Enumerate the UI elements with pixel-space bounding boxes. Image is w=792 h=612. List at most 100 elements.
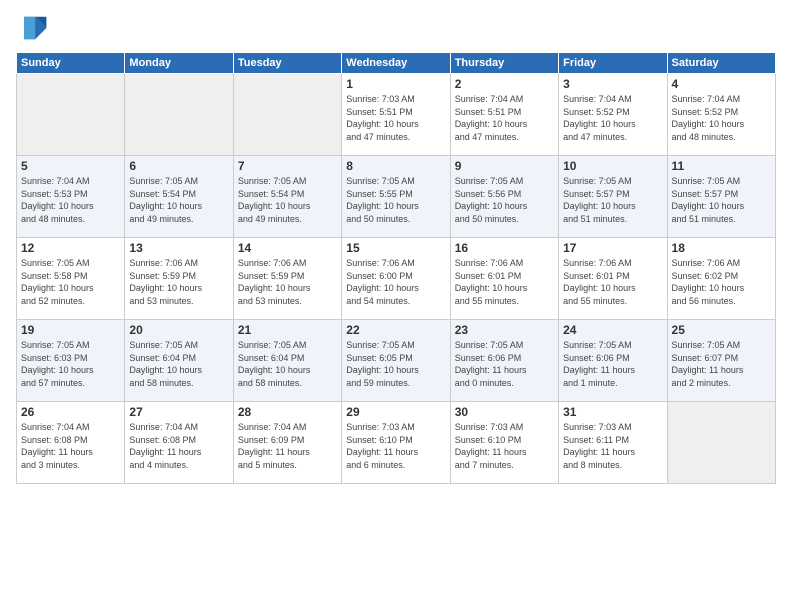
day-cell: 25 Sunrise: 7:05 AM Sunset: 6:07 PM Dayli… (667, 320, 775, 402)
day-cell: 18 Sunrise: 7:06 AM Sunset: 6:02 PM Dayli… (667, 238, 775, 320)
weekday-row: SundayMondayTuesdayWednesdayThursdayFrid… (17, 53, 776, 74)
day-info: Sunrise: 7:05 AM Sunset: 5:56 PM Dayligh… (455, 175, 554, 225)
weekday-thursday: Thursday (450, 53, 558, 74)
day-cell: 28 Sunrise: 7:04 AM Sunset: 6:09 PM Dayli… (233, 402, 341, 484)
day-cell: 10Sunrise: 7:05 AM Sunset: 5:57 PM Dayli… (559, 156, 667, 238)
day-number: 17 (563, 241, 662, 255)
day-cell: 8 Sunrise: 7:05 AM Sunset: 5:55 PM Daylig… (342, 156, 450, 238)
day-cell: 20 Sunrise: 7:05 AM Sunset: 6:04 PM Dayli… (125, 320, 233, 402)
day-info: Sunrise: 7:03 AM Sunset: 6:10 PM Dayligh… (455, 421, 554, 471)
day-cell: 14 Sunrise: 7:06 AM Sunset: 5:59 PM Dayli… (233, 238, 341, 320)
day-info: Sunrise: 7:04 AM Sunset: 5:51 PM Dayligh… (455, 93, 554, 143)
day-cell (17, 74, 125, 156)
day-number: 7 (238, 159, 337, 173)
weekday-wednesday: Wednesday (342, 53, 450, 74)
logo (16, 12, 52, 44)
day-info: Sunrise: 7:06 AM Sunset: 6:01 PM Dayligh… (563, 257, 662, 307)
day-cell: 6 Sunrise: 7:05 AM Sunset: 5:54 PM Daylig… (125, 156, 233, 238)
day-info: Sunrise: 7:04 AM Sunset: 6:09 PM Dayligh… (238, 421, 337, 471)
weekday-sunday: Sunday (17, 53, 125, 74)
day-info: Sunrise: 7:06 AM Sunset: 6:00 PM Dayligh… (346, 257, 445, 307)
day-cell: 9 Sunrise: 7:05 AM Sunset: 5:56 PM Daylig… (450, 156, 558, 238)
weekday-friday: Friday (559, 53, 667, 74)
day-info: Sunrise: 7:05 AM Sunset: 6:06 PM Dayligh… (563, 339, 662, 389)
day-number: 2 (455, 77, 554, 91)
day-info: Sunrise: 7:06 AM Sunset: 5:59 PM Dayligh… (238, 257, 337, 307)
day-info: Sunrise: 7:03 AM Sunset: 5:51 PM Dayligh… (346, 93, 445, 143)
day-cell: 3 Sunrise: 7:04 AM Sunset: 5:52 PM Daylig… (559, 74, 667, 156)
calendar-table: SundayMondayTuesdayWednesdayThursdayFrid… (16, 52, 776, 484)
day-info: Sunrise: 7:05 AM Sunset: 6:05 PM Dayligh… (346, 339, 445, 389)
weekday-tuesday: Tuesday (233, 53, 341, 74)
day-cell: 11 Sunrise: 7:05 AM Sunset: 5:57 PM Dayli… (667, 156, 775, 238)
day-info: Sunrise: 7:06 AM Sunset: 6:02 PM Dayligh… (672, 257, 771, 307)
day-cell: 13 Sunrise: 7:06 AM Sunset: 5:59 PM Dayli… (125, 238, 233, 320)
day-info: Sunrise: 7:05 AM Sunset: 6:06 PM Dayligh… (455, 339, 554, 389)
header (16, 12, 776, 44)
day-cell: 22 Sunrise: 7:05 AM Sunset: 6:05 PM Dayli… (342, 320, 450, 402)
day-info: Sunrise: 7:03 AM Sunset: 6:10 PM Dayligh… (346, 421, 445, 471)
calendar-body: 1 Sunrise: 7:03 AM Sunset: 5:51 PM Daylig… (17, 74, 776, 484)
day-number: 12 (21, 241, 120, 255)
day-info: Sunrise: 7:04 AM Sunset: 5:52 PM Dayligh… (672, 93, 771, 143)
week-row-3: 12Sunrise: 7:05 AM Sunset: 5:58 PM Dayli… (17, 238, 776, 320)
day-info: Sunrise: 7:06 AM Sunset: 5:59 PM Dayligh… (129, 257, 228, 307)
day-number: 20 (129, 323, 228, 337)
week-row-5: 26Sunrise: 7:04 AM Sunset: 6:08 PM Dayli… (17, 402, 776, 484)
day-number: 6 (129, 159, 228, 173)
day-number: 16 (455, 241, 554, 255)
day-cell (667, 402, 775, 484)
day-number: 8 (346, 159, 445, 173)
day-cell: 26Sunrise: 7:04 AM Sunset: 6:08 PM Dayli… (17, 402, 125, 484)
day-cell: 27Sunrise: 7:04 AM Sunset: 6:08 PM Dayli… (125, 402, 233, 484)
day-cell: 16Sunrise: 7:06 AM Sunset: 6:01 PM Dayli… (450, 238, 558, 320)
day-info: Sunrise: 7:05 AM Sunset: 5:57 PM Dayligh… (672, 175, 771, 225)
day-number: 1 (346, 77, 445, 91)
page: SundayMondayTuesdayWednesdayThursdayFrid… (0, 0, 792, 612)
day-cell (233, 74, 341, 156)
day-info: Sunrise: 7:05 AM Sunset: 6:04 PM Dayligh… (238, 339, 337, 389)
day-number: 18 (672, 241, 771, 255)
day-info: Sunrise: 7:05 AM Sunset: 5:54 PM Dayligh… (129, 175, 228, 225)
day-number: 29 (346, 405, 445, 419)
day-cell: 5 Sunrise: 7:04 AM Sunset: 5:53 PM Daylig… (17, 156, 125, 238)
day-number: 31 (563, 405, 662, 419)
day-cell: 30Sunrise: 7:03 AM Sunset: 6:10 PM Dayli… (450, 402, 558, 484)
day-number: 11 (672, 159, 771, 173)
day-number: 22 (346, 323, 445, 337)
day-number: 23 (455, 323, 554, 337)
day-number: 28 (238, 405, 337, 419)
day-cell: 4 Sunrise: 7:04 AM Sunset: 5:52 PM Daylig… (667, 74, 775, 156)
day-info: Sunrise: 7:05 AM Sunset: 6:04 PM Dayligh… (129, 339, 228, 389)
day-number: 5 (21, 159, 120, 173)
day-number: 14 (238, 241, 337, 255)
week-row-4: 19Sunrise: 7:05 AM Sunset: 6:03 PM Dayli… (17, 320, 776, 402)
day-number: 3 (563, 77, 662, 91)
day-info: Sunrise: 7:05 AM Sunset: 5:55 PM Dayligh… (346, 175, 445, 225)
day-cell: 12Sunrise: 7:05 AM Sunset: 5:58 PM Dayli… (17, 238, 125, 320)
day-number: 24 (563, 323, 662, 337)
day-cell: 19Sunrise: 7:05 AM Sunset: 6:03 PM Dayli… (17, 320, 125, 402)
calendar-header: SundayMondayTuesdayWednesdayThursdayFrid… (17, 53, 776, 74)
day-cell: 24 Sunrise: 7:05 AM Sunset: 6:06 PM Dayli… (559, 320, 667, 402)
day-number: 25 (672, 323, 771, 337)
day-info: Sunrise: 7:04 AM Sunset: 5:53 PM Dayligh… (21, 175, 120, 225)
day-cell: 1 Sunrise: 7:03 AM Sunset: 5:51 PM Daylig… (342, 74, 450, 156)
day-number: 4 (672, 77, 771, 91)
day-info: Sunrise: 7:04 AM Sunset: 6:08 PM Dayligh… (129, 421, 228, 471)
day-number: 15 (346, 241, 445, 255)
day-cell: 15 Sunrise: 7:06 AM Sunset: 6:00 PM Dayli… (342, 238, 450, 320)
week-row-1: 1 Sunrise: 7:03 AM Sunset: 5:51 PM Daylig… (17, 74, 776, 156)
weekday-saturday: Saturday (667, 53, 775, 74)
day-cell: 29 Sunrise: 7:03 AM Sunset: 6:10 PM Dayli… (342, 402, 450, 484)
day-info: Sunrise: 7:04 AM Sunset: 6:08 PM Dayligh… (21, 421, 120, 471)
weekday-monday: Monday (125, 53, 233, 74)
day-number: 9 (455, 159, 554, 173)
week-row-2: 5 Sunrise: 7:04 AM Sunset: 5:53 PM Daylig… (17, 156, 776, 238)
day-info: Sunrise: 7:05 AM Sunset: 5:57 PM Dayligh… (563, 175, 662, 225)
day-info: Sunrise: 7:04 AM Sunset: 5:52 PM Dayligh… (563, 93, 662, 143)
day-number: 13 (129, 241, 228, 255)
day-info: Sunrise: 7:05 AM Sunset: 6:07 PM Dayligh… (672, 339, 771, 389)
day-cell (125, 74, 233, 156)
day-info: Sunrise: 7:05 AM Sunset: 5:54 PM Dayligh… (238, 175, 337, 225)
